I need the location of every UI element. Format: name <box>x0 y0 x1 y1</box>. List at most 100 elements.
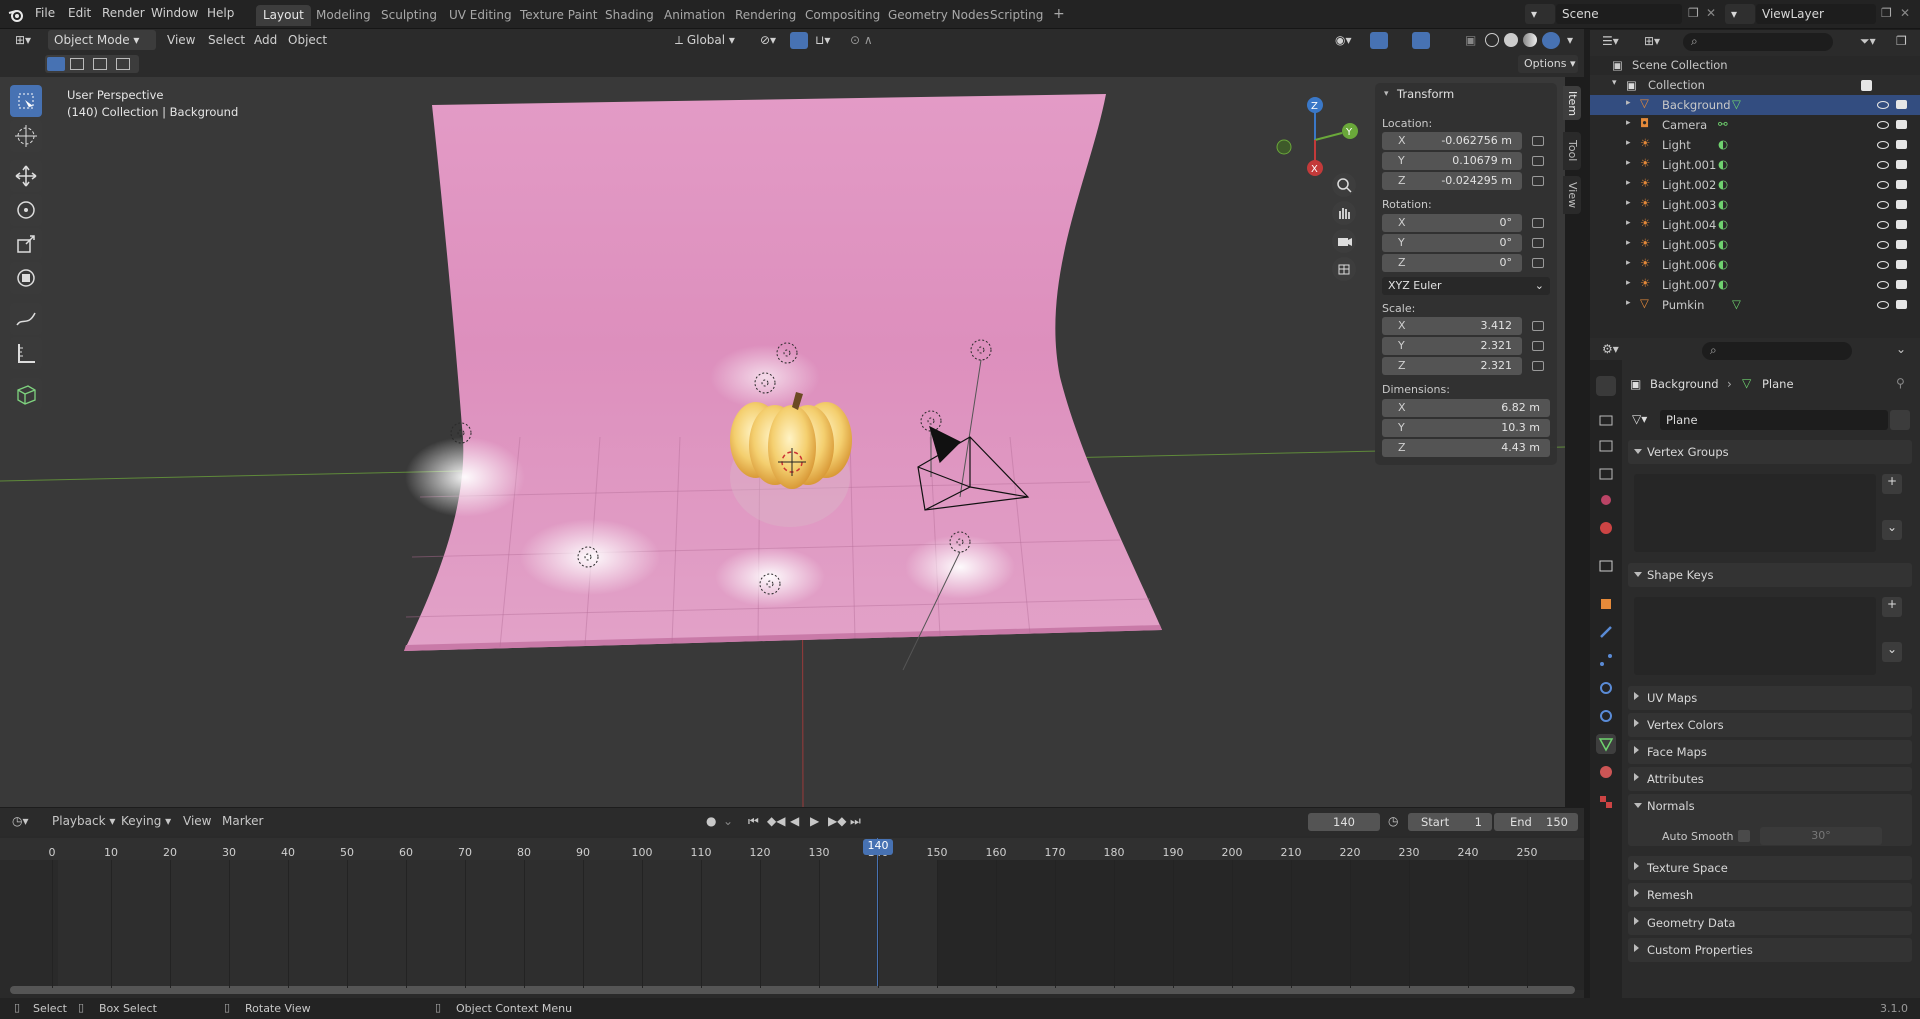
jump-start-icon[interactable]: ⏮ <box>748 814 759 829</box>
checkbox-icon[interactable] <box>1861 80 1872 91</box>
eye-icon[interactable] <box>1877 301 1889 309</box>
render-camera-icon[interactable] <box>1896 280 1907 289</box>
lock-icon[interactable] <box>1532 361 1544 371</box>
add-cube-tool-icon[interactable] <box>10 378 42 410</box>
material-shading-icon[interactable] <box>1523 33 1537 47</box>
render-tab-icon[interactable] <box>1596 410 1616 430</box>
chevron-down-icon[interactable]: ⌄ <box>1882 642 1902 662</box>
panel-custom-properties[interactable]: Custom Properties <box>1628 938 1912 962</box>
lock-icon[interactable] <box>1532 176 1544 186</box>
eye-icon[interactable] <box>1877 261 1889 269</box>
render-camera-icon[interactable] <box>1896 120 1907 129</box>
light-data-icon[interactable]: ◐ <box>1718 257 1728 271</box>
select-intersect-icon[interactable] <box>116 58 130 70</box>
3d-viewport[interactable]: User Perspective (140) Collection | Back… <box>0 77 1565 807</box>
light-data-icon[interactable]: ◐ <box>1718 277 1728 291</box>
outliner-row[interactable]: ▸ ▽ Background ▽ <box>1590 95 1920 115</box>
outliner-row[interactable]: ▸ ☀ Light ◐ <box>1590 135 1920 155</box>
navigation-gizmo[interactable]: Z Y X <box>1270 95 1360 185</box>
snap-target-icon[interactable]: ⊔▾ <box>810 30 840 50</box>
tab-uv-editing[interactable]: UV Editing <box>442 5 519 26</box>
wireframe-shading-icon[interactable] <box>1485 33 1499 47</box>
scale-y-field[interactable]: Y 2.321 <box>1382 337 1522 355</box>
scene-tab-icon[interactable] <box>1596 490 1616 510</box>
viewport-menu-add[interactable]: Add <box>249 30 282 50</box>
gizmo-toggle-icon[interactable] <box>1370 32 1388 49</box>
render-camera-icon[interactable] <box>1896 160 1907 169</box>
render-camera-icon[interactable] <box>1896 260 1907 269</box>
outliner-row[interactable]: ▸ ▽ Pumkin ▽ <box>1590 295 1920 315</box>
chevron-down-icon[interactable]: ⌄ <box>1882 520 1902 540</box>
shape-keys-list[interactable] <box>1634 597 1876 675</box>
world-tab-icon[interactable] <box>1596 518 1616 538</box>
view-layer-tab-icon[interactable] <box>1596 464 1616 484</box>
select-new-icon[interactable] <box>47 57 65 71</box>
expand-arrow-icon[interactable]: ▾ <box>1612 78 1617 88</box>
viewlayer-copy-icon[interactable]: ❐ <box>1881 6 1892 20</box>
eye-icon[interactable] <box>1877 281 1889 289</box>
transform-orientation-dropdown[interactable]: ⟂ Global ▾ <box>670 30 750 50</box>
annotate-tool-icon[interactable] <box>10 303 42 335</box>
playhead-frame-badge[interactable]: 140 <box>863 839 893 855</box>
current-frame-field[interactable]: 140 <box>1308 813 1380 831</box>
light-data-icon[interactable]: ◐ <box>1718 177 1728 191</box>
outliner-search-input[interactable]: ⌕ <box>1683 33 1833 51</box>
scene-canvas[interactable] <box>0 77 1565 807</box>
fake-user-icon[interactable] <box>1890 410 1910 430</box>
outliner-row-scene-collection[interactable]: ▣ Scene Collection <box>1590 55 1920 75</box>
eye-icon[interactable] <box>1877 181 1889 189</box>
vertex-groups-list[interactable] <box>1634 474 1876 552</box>
breadcrumb-object[interactable]: Background <box>1650 377 1719 391</box>
breadcrumb-data[interactable]: Plane <box>1762 377 1794 391</box>
pan-hand-icon[interactable] <box>1332 201 1356 225</box>
lock-icon[interactable] <box>1532 218 1544 228</box>
tab-shading[interactable]: Shading <box>598 5 661 26</box>
overlay-toggle-icon[interactable] <box>1412 32 1430 49</box>
chevron-down-icon[interactable]: ⌄ <box>723 814 733 828</box>
render-camera-icon[interactable] <box>1896 200 1907 209</box>
render-camera-icon[interactable] <box>1896 300 1907 309</box>
light-data-icon[interactable]: ◐ <box>1718 197 1728 211</box>
constraints-tab-icon[interactable] <box>1596 706 1616 726</box>
outliner-editor-type-icon[interactable]: ☰▾ <box>1602 34 1619 48</box>
render-camera-icon[interactable] <box>1896 100 1907 109</box>
lock-icon[interactable] <box>1532 238 1544 248</box>
render-camera-icon[interactable] <box>1896 220 1907 229</box>
solid-shading-icon[interactable] <box>1504 33 1518 47</box>
tool-tab-icon[interactable] <box>1596 376 1616 396</box>
camera-view-icon[interactable] <box>1332 229 1356 253</box>
tab-rendering[interactable]: Rendering <box>728 5 803 26</box>
scale-x-field[interactable]: X 3.412 <box>1382 317 1522 335</box>
light-data-icon[interactable]: ◐ <box>1718 237 1728 251</box>
filter-icon[interactable]: ⏷▾ <box>1860 34 1876 49</box>
npanel-tab-item[interactable]: Item <box>1563 86 1581 120</box>
tab-texture-paint[interactable]: Texture Paint <box>513 5 604 26</box>
end-frame-field[interactable]: End 150 <box>1494 813 1578 831</box>
outliner-row-collection[interactable]: ▾ ▣ Collection <box>1590 75 1920 95</box>
transform-title[interactable]: Transform <box>1397 87 1454 101</box>
panel-vertex-groups[interactable]: Vertex Groups <box>1628 440 1912 464</box>
pivot-point-icon[interactable]: ⊘▾ <box>755 30 785 50</box>
npanel-tab-tool[interactable]: Tool <box>1563 132 1581 170</box>
expand-arrow-icon[interactable]: ▸ <box>1626 138 1631 148</box>
panel-face-maps[interactable]: Face Maps <box>1628 740 1912 764</box>
light-data-icon[interactable]: ◐ <box>1718 157 1728 171</box>
mesh-data-icon[interactable]: ▽ <box>1732 97 1741 111</box>
playhead-line[interactable] <box>877 838 878 986</box>
mesh-browse-icon[interactable]: ▽▾ <box>1628 410 1664 430</box>
panel-attributes[interactable]: Attributes <box>1628 767 1912 791</box>
tab-layout[interactable]: Layout <box>256 5 311 26</box>
eye-icon[interactable] <box>1877 141 1889 149</box>
select-box-tool-icon[interactable] <box>10 85 42 117</box>
mesh-data-icon[interactable]: ▽ <box>1732 297 1741 311</box>
eye-icon[interactable] <box>1877 201 1889 209</box>
dimensions-y-field[interactable]: Y 10.3 m <box>1382 419 1550 437</box>
light-data-icon[interactable]: ◐ <box>1718 217 1728 231</box>
panel-shape-keys[interactable]: Shape Keys <box>1628 563 1912 587</box>
eye-icon[interactable] <box>1877 241 1889 249</box>
render-camera-icon[interactable] <box>1896 140 1907 149</box>
render-camera-icon[interactable] <box>1896 240 1907 249</box>
move-tool-icon[interactable] <box>10 160 42 192</box>
viewport-menu-select[interactable]: Select <box>203 30 250 50</box>
measure-tool-icon[interactable] <box>10 337 42 369</box>
